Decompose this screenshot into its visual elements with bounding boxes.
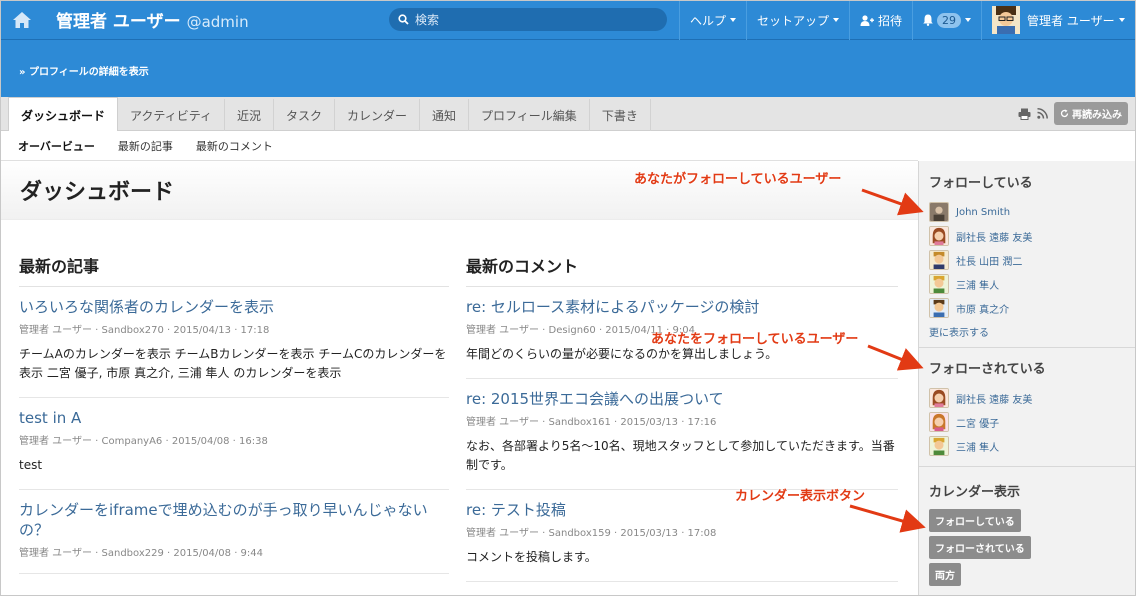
subtab-overview[interactable]: オーバービュー: [18, 138, 95, 154]
show-profile-details-link[interactable]: » プロフィールの詳細を表示: [19, 63, 149, 78]
owner-display-name: 管理者 ユーザー: [56, 12, 181, 32]
profile-tabs-bar: ダッシュボード アクティビティ 近況 タスク カレンダー 通知 プロフィール編集…: [0, 97, 1136, 131]
search-icon: [398, 10, 409, 29]
avatar: [929, 274, 949, 294]
tab-tasks[interactable]: タスク: [274, 99, 336, 131]
avatar: [929, 436, 949, 456]
annotation-following-users: あなたがフォローしているユーザー: [634, 172, 842, 187]
followers-section: フォローされている 副社長 遠藤 友美 二宮 優子 三浦 隼人: [919, 348, 1136, 467]
avatar: [929, 226, 949, 246]
tab-notifications[interactable]: 通知: [420, 99, 470, 131]
followers-title: フォローされている: [929, 362, 1046, 377]
follower-user[interactable]: 副社長 遠藤 友美: [929, 386, 1136, 410]
article-item: いろいろな関係者のカレンダーを表示 管理者 ユーザー · Sandbox270 …: [19, 287, 449, 398]
latest-articles-column: 最新の記事 いろいろな関係者のカレンダーを表示 管理者 ユーザー · Sandb…: [19, 253, 449, 574]
setup-menu[interactable]: セットアップ: [746, 0, 849, 40]
avatar: [929, 202, 949, 222]
user-menu[interactable]: 管理者 ユーザー: [981, 0, 1135, 40]
annotation-followers: あなたをフォローしているユーザー: [651, 332, 859, 347]
latest-articles-heading: 最新の記事: [19, 253, 449, 287]
comment-title-link[interactable]: re: セルロース素材によるパッケージの検討: [466, 297, 898, 317]
invite-button[interactable]: 招待: [849, 0, 912, 40]
calendar-view-section: カレンダー表示 フォローしている フォローされている 両方: [919, 467, 1136, 596]
notification-count-badge: 29: [937, 12, 962, 28]
following-user[interactable]: 副社長 遠藤 友美: [929, 224, 1136, 248]
tab-dashboard[interactable]: ダッシュボード: [8, 97, 119, 131]
comment-meta: 管理者 ユーザー · Sandbox159 · 2015/03/13 · 17:…: [466, 528, 717, 539]
latest-comments-heading: 最新のコメント: [466, 253, 898, 287]
subtab-latest-comments[interactable]: 最新のコメント: [196, 138, 273, 154]
avatar: [929, 298, 949, 318]
avatar: [929, 388, 949, 408]
search-input[interactable]: [415, 12, 655, 27]
tab-drafts[interactable]: 下書き: [590, 99, 651, 131]
following-user[interactable]: John Smith: [929, 200, 1136, 224]
caret-down-icon: [965, 18, 972, 22]
calendar-both-button[interactable]: 両方: [929, 563, 961, 586]
tab-status[interactable]: 近況: [225, 99, 274, 131]
comment-item: re: 2015世界エコ会議への出展ついて 管理者 ユーザー · Sandbox…: [466, 379, 898, 490]
article-meta: 管理者 ユーザー · Sandbox270 · 2015/04/13 · 17:…: [19, 325, 270, 336]
tab-activity[interactable]: アクティビティ: [118, 99, 225, 131]
caret-down-icon: [1118, 18, 1125, 22]
tab-edit-profile[interactable]: プロフィール編集: [469, 99, 590, 131]
calendar-following-button[interactable]: フォローしている: [929, 509, 1021, 532]
following-user[interactable]: 市原 真之介: [929, 296, 1136, 320]
tab-calendar[interactable]: カレンダー: [335, 99, 421, 131]
profile-header-band: » プロフィールの詳細を表示: [0, 40, 1136, 97]
article-meta: 管理者 ユーザー · CompanyA6 · 2015/04/08 · 16:3…: [19, 436, 268, 447]
article-excerpt: test: [19, 458, 43, 472]
dashboard-main: ダッシュボード 最新の記事 いろいろな関係者のカレンダーを表示 管理者 ユーザー…: [0, 161, 918, 596]
show-more-link[interactable]: 更に表示する: [929, 324, 1136, 339]
user-avatar: [992, 6, 1021, 34]
article-title-link[interactable]: いろいろな関係者のカレンダーを表示: [19, 297, 449, 317]
following-user[interactable]: 社長 山田 潤二: [929, 248, 1136, 272]
caret-down-icon: [730, 18, 737, 22]
home-icon[interactable]: [0, 0, 44, 40]
comment-excerpt: なお、各部署より5名～10名、現地スタッフとして参加していただきます。当番制です…: [466, 439, 895, 472]
rss-icon[interactable]: [1037, 108, 1048, 119]
following-section: フォローしている John Smith 副社長 遠藤 友美 社長 山田 潤二 三…: [919, 161, 1136, 348]
calendar-followers-button[interactable]: フォローされている: [929, 536, 1031, 559]
subtab-latest-articles[interactable]: 最新の記事: [118, 138, 173, 154]
profile-owner-name: 管理者 ユーザー @admin: [56, 7, 249, 32]
print-icon[interactable]: [1018, 108, 1031, 120]
top-navbar: 管理者 ユーザー @admin ヘルプ セットアップ 招待 29 管理者 ユーザー: [0, 0, 1136, 40]
comment-excerpt: コメントを投稿します。: [466, 550, 597, 564]
dashboard-subtabs: オーバービュー 最新の記事 最新のコメント: [0, 131, 918, 161]
comment-meta: 管理者 ユーザー · Sandbox161 · 2015/03/13 · 17:…: [466, 417, 717, 428]
article-item: カレンダーをiframeで埋め込むのが手っ取り早いんじゃないの？ 管理者 ユーザ…: [19, 490, 449, 574]
search-box[interactable]: [389, 8, 667, 31]
following-title: フォローしている: [929, 176, 1033, 191]
latest-comments-column: 最新のコメント re: セルロース素材によるパッケージの検討 管理者 ユーザー …: [466, 253, 898, 582]
refresh-icon: [1060, 109, 1069, 118]
right-sidebar: フォローしている John Smith 副社長 遠藤 友美 社長 山田 潤二 三…: [918, 161, 1136, 596]
article-title-link[interactable]: test in A: [19, 408, 449, 428]
article-item: test in A 管理者 ユーザー · CompanyA6 · 2015/04…: [19, 398, 449, 490]
comment-excerpt: 年間どのくらいの量が必要になるのかを算出しましょう。: [466, 347, 778, 361]
annotation-calendar-buttons: カレンダー表示ボタン: [735, 489, 866, 504]
calendar-view-title: カレンダー表示: [929, 485, 1021, 500]
article-meta: 管理者 ユーザー · Sandbox229 · 2015/04/08 · 9:4…: [19, 548, 264, 559]
avatar: [929, 250, 949, 270]
owner-handle: @admin: [186, 13, 249, 31]
notifications-menu[interactable]: 29: [912, 0, 981, 40]
comment-title-link[interactable]: re: 2015世界エコ会議への出展ついて: [466, 389, 898, 409]
add-user-icon: [860, 14, 875, 26]
avatar: [929, 412, 949, 432]
help-menu[interactable]: ヘルプ: [679, 0, 746, 40]
bell-icon: [923, 14, 933, 26]
following-user[interactable]: 三浦 隼人: [929, 272, 1136, 296]
reload-button[interactable]: 再読み込み: [1054, 102, 1128, 125]
follower-user[interactable]: 二宮 優子: [929, 410, 1136, 434]
article-title-link[interactable]: カレンダーをiframeで埋め込むのが手っ取り早いんじゃないの？: [19, 500, 449, 540]
follower-user[interactable]: 三浦 隼人: [929, 434, 1136, 458]
caret-down-icon: [833, 18, 840, 22]
article-excerpt: チームAのカレンダーを表示 チームBカレンダーを表示 チームCのカレンダーを表示…: [19, 347, 447, 380]
